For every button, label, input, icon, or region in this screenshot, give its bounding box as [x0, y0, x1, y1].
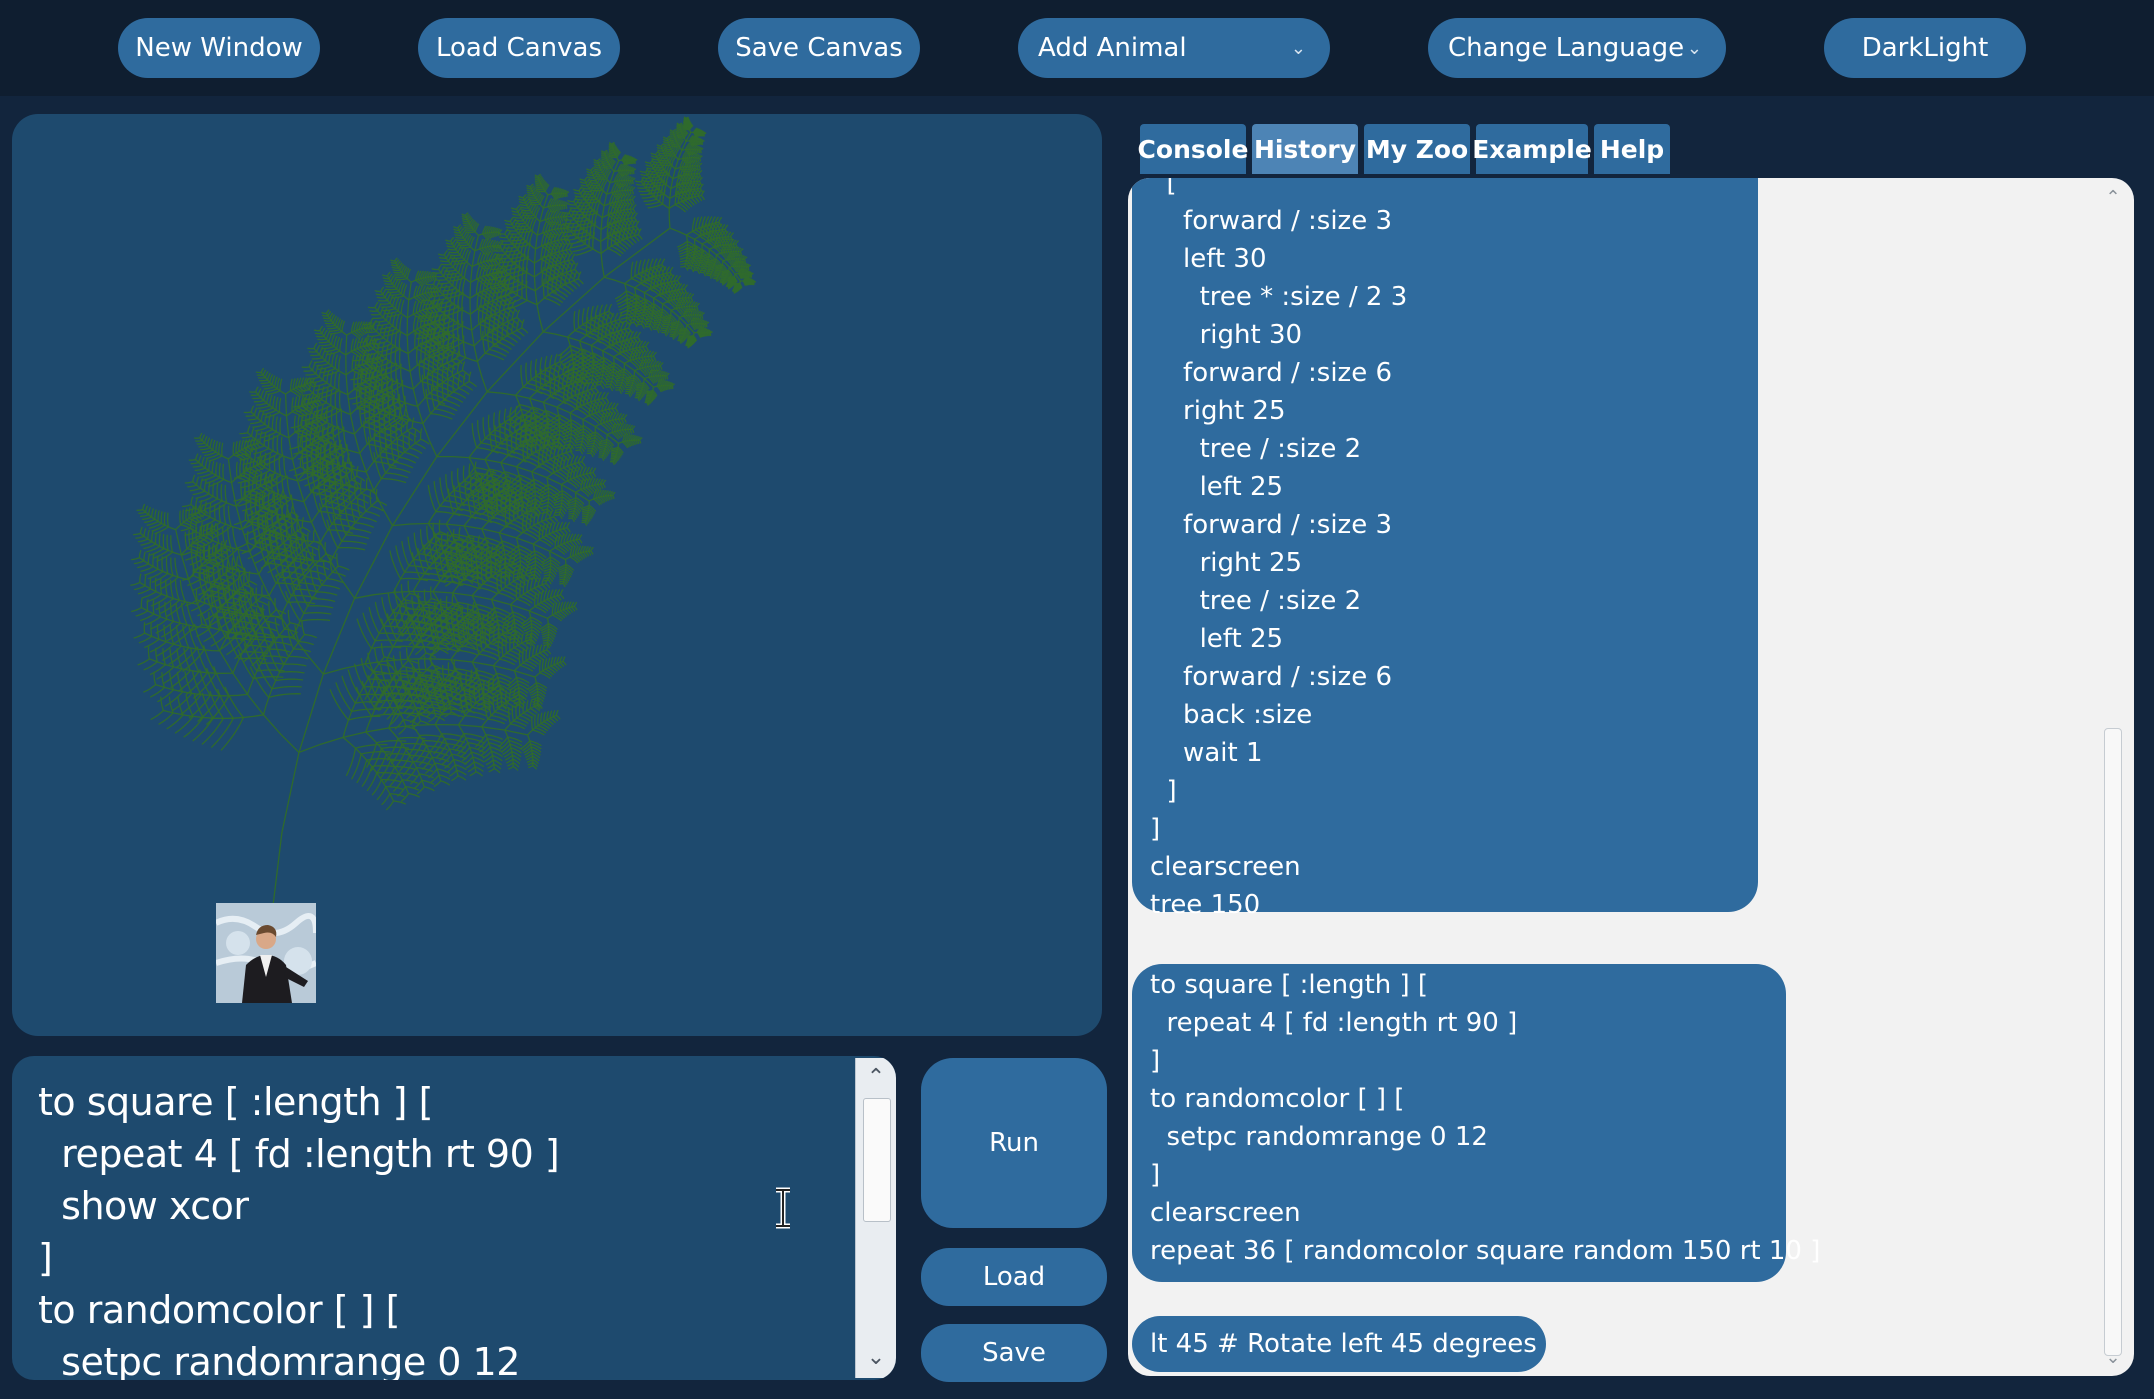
scroll-down-icon[interactable]: ⌄ [856, 1340, 896, 1376]
chevron-down-icon: ⌄ [1686, 37, 1702, 59]
change-language-dropdown[interactable]: Change Language ⌄ [1428, 18, 1726, 78]
history-entry-square[interactable]: to square [ :length ] [ repeat 4 [ fd :l… [1132, 964, 1820, 1282]
tab-history[interactable]: History [1252, 124, 1358, 174]
run-button[interactable]: Run [921, 1058, 1107, 1228]
save-button[interactable]: Save [921, 1324, 1107, 1382]
dark-light-button[interactable]: DarkLight [1824, 18, 2026, 78]
editor-code-text[interactable]: to square [ :length ] [ repeat 4 [ fd :l… [38, 1076, 838, 1380]
scroll-down-icon[interactable]: ⌄ [2100, 1346, 2126, 1370]
editor-scrollbar[interactable]: ⌃ ⌄ [855, 1058, 896, 1378]
load-button[interactable]: Load [921, 1248, 1107, 1306]
code-editor[interactable]: to square [ :length ] [ repeat 4 [ fd :l… [12, 1056, 896, 1380]
history-scrollbar[interactable]: ⌃ ⌄ [2100, 186, 2126, 1370]
text-cursor-icon [776, 1187, 790, 1229]
add-animal-dropdown[interactable]: Add Animal ⌄ [1018, 18, 1330, 78]
scroll-up-icon[interactable]: ⌃ [856, 1060, 896, 1096]
history-entry-rotate[interactable]: lt 45 # Rotate left 45 degrees [1132, 1316, 1546, 1372]
fern-branches [130, 116, 757, 915]
history-entry-tree[interactable]: [ forward / :size 3 left 30 tree * :size… [1132, 178, 1758, 920]
scroll-up-icon[interactable]: ⌃ [2100, 186, 2126, 210]
toolbar: New Window Load Canvas Save Canvas Add A… [0, 0, 2154, 96]
add-animal-label: Add Animal [1038, 33, 1187, 63]
load-canvas-button[interactable]: Load Canvas [418, 18, 620, 78]
editor-scroll-thumb[interactable] [863, 1098, 891, 1222]
turtle-avatar-image [216, 903, 316, 1003]
tab-example[interactable]: Example [1472, 124, 1592, 174]
drawing-canvas[interactable] [12, 114, 1102, 1036]
history-scroll-thumb[interactable] [2104, 728, 2122, 1356]
new-window-button[interactable]: New Window [118, 18, 320, 78]
change-language-label: Change Language [1448, 33, 1685, 63]
history-panel: [ forward / :size 3 left 30 tree * :size… [1128, 178, 2134, 1376]
tab-help[interactable]: Help [1594, 124, 1670, 174]
chevron-down-icon: ⌄ [1290, 37, 1306, 59]
save-canvas-button[interactable]: Save Canvas [718, 18, 920, 78]
tab-console[interactable]: Console [1138, 124, 1248, 174]
fractal-tree-drawing [130, 116, 757, 915]
tab-my-zoo[interactable]: My Zoo [1364, 124, 1470, 174]
